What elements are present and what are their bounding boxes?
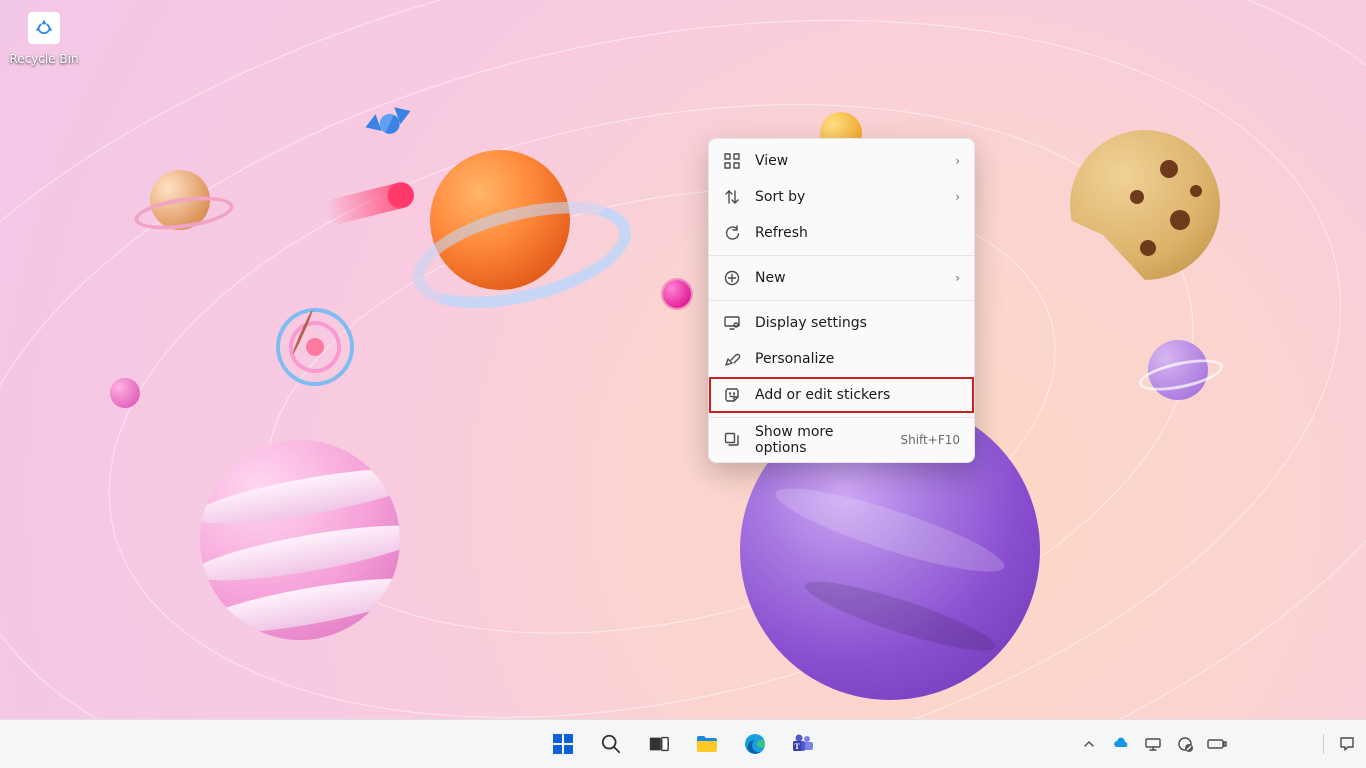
onedrive-icon (1112, 735, 1130, 753)
view-icon (723, 152, 741, 170)
task-view-icon (648, 733, 670, 755)
context-menu-label: Sort by (755, 189, 941, 205)
sort-icon (723, 188, 741, 206)
recycle-bin-label: Recycle Bin (8, 52, 80, 66)
context-menu-label: Show more options (755, 424, 886, 456)
notifications-icon (1338, 735, 1356, 753)
context-menu-separator (709, 300, 974, 301)
more-options-icon (723, 431, 741, 449)
taskbar-edge-button[interactable] (735, 724, 775, 764)
edge-icon (743, 732, 767, 756)
small-pink-planet-decoration (110, 378, 140, 408)
chevron-right-icon: › (955, 190, 960, 204)
lilac-planet-decoration (1148, 340, 1208, 400)
display-settings-icon (723, 314, 741, 332)
recycle-bin-icon (33, 17, 55, 39)
refresh-icon (723, 224, 741, 242)
tray-network-icon[interactable] (1143, 734, 1163, 754)
magenta-planet-decoration (663, 280, 691, 308)
tray-battery-icon[interactable] (1207, 734, 1227, 754)
context-menu-new[interactable]: New › (709, 260, 974, 296)
tray-onedrive-icon[interactable] (1111, 734, 1131, 754)
context-menu-shortcut: Shift+F10 (900, 433, 960, 447)
teams-icon: T (791, 732, 815, 756)
tray-notifications-button[interactable] (1336, 733, 1358, 755)
context-menu-separator (709, 417, 974, 418)
pink-planet-decoration (200, 440, 400, 640)
desktop-context-menu: View › Sort by › Refresh New › Display s… (708, 138, 975, 463)
context-menu-show-more-options[interactable]: Show more options Shift+F10 (709, 422, 974, 458)
taskbar-file-explorer-button[interactable] (687, 724, 727, 764)
chevron-right-icon: › (955, 154, 960, 168)
start-button[interactable] (543, 724, 583, 764)
context-menu-separator (709, 255, 974, 256)
context-menu-personalize[interactable]: Personalize (709, 341, 974, 377)
context-menu-sort-by[interactable]: Sort by › (709, 179, 974, 215)
svg-text:T: T (794, 742, 800, 751)
tray-clock[interactable] (1239, 728, 1307, 760)
system-tray (1079, 728, 1358, 760)
context-menu-add-stickers[interactable]: Add or edit stickers (709, 377, 974, 413)
target-decoration (274, 306, 355, 387)
orange-planet-decoration (430, 150, 570, 290)
chevron-up-icon (1082, 737, 1096, 751)
context-menu-label: View (755, 153, 941, 169)
windows-start-icon (551, 732, 575, 756)
taskbar-search-button[interactable] (591, 724, 631, 764)
context-menu-label: New (755, 270, 941, 286)
network-icon (1144, 735, 1162, 753)
new-icon (723, 269, 741, 287)
context-menu-refresh[interactable]: Refresh (709, 215, 974, 251)
tray-chevron-button[interactable] (1079, 734, 1099, 754)
stickers-icon (723, 386, 741, 404)
chevron-right-icon: › (955, 271, 960, 285)
taskbar-task-view-button[interactable] (639, 724, 679, 764)
context-menu-label: Add or edit stickers (755, 387, 960, 403)
taskbar-teams-button[interactable]: T (783, 724, 823, 764)
tray-update-icon[interactable] (1175, 734, 1195, 754)
no-update-icon (1176, 735, 1194, 753)
context-menu-view[interactable]: View › (709, 143, 974, 179)
recycle-bin-desktop-icon[interactable]: Recycle Bin (8, 8, 80, 66)
context-menu-label: Display settings (755, 315, 960, 331)
search-icon (600, 733, 622, 755)
context-menu-label: Personalize (755, 351, 960, 367)
taskbar: T (0, 719, 1366, 768)
saturn-decoration (150, 170, 210, 230)
context-menu-label: Refresh (755, 225, 960, 241)
desktop-wallpaper[interactable] (0, 0, 1366, 768)
tray-divider (1323, 734, 1324, 754)
taskbar-center-apps: T (543, 724, 823, 764)
battery-icon (1207, 737, 1227, 751)
personalize-icon (723, 350, 741, 368)
file-explorer-icon (695, 732, 719, 756)
context-menu-display-settings[interactable]: Display settings (709, 305, 974, 341)
